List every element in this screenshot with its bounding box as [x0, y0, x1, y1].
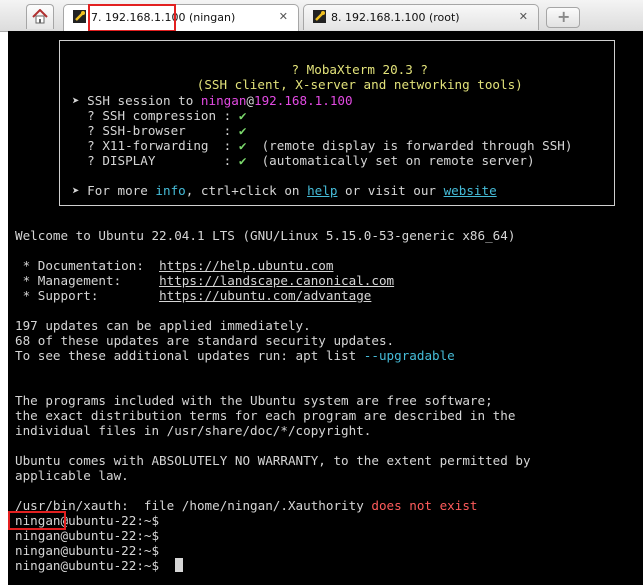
- prompt-line: ningan@ubuntu-22:~$: [15, 528, 160, 543]
- prompt-line: ningan@ubuntu-22:~$: [15, 558, 167, 573]
- ssh-session-icon: [313, 10, 326, 23]
- check-icon: ✔: [238, 123, 247, 138]
- xauth-line: /usr/bin/xauth: file /home/ningan/.Xauth…: [15, 498, 478, 513]
- license-line: the exact distribution terms for each pr…: [15, 408, 516, 423]
- info-word: info: [155, 183, 186, 198]
- new-tab-button[interactable]: +: [546, 7, 580, 28]
- welcome-line: Welcome to Ubuntu 22.04.1 LTS (GNU/Linux…: [15, 228, 516, 243]
- warranty-line: applicable law.: [15, 468, 129, 483]
- close-icon[interactable]: ✕: [279, 10, 288, 23]
- ssh-session-line: ➤ SSH session to ningan@192.168.1.100: [72, 93, 353, 108]
- doc-line: * Support: https://ubuntu.com/advantage: [15, 288, 372, 303]
- highlight-box-username: [8, 511, 66, 530]
- warranty-line: Ubuntu comes with ABSOLUTELY NO WARRANTY…: [15, 453, 531, 468]
- doc-line: * Documentation: https://help.ubuntu.com: [15, 258, 334, 273]
- session-host: 192.168.1.100: [254, 93, 353, 108]
- help-link[interactable]: help: [307, 183, 337, 198]
- welcome-banner: ? MobaXterm 20.3 ? (SSH client, X-server…: [59, 40, 615, 206]
- terminal-area[interactable]: ? MobaXterm 20.3 ? (SSH client, X-server…: [8, 31, 643, 585]
- upgradable-flag: --upgradable: [363, 348, 455, 363]
- updates-line: 68 of these updates are standard securit…: [15, 333, 395, 348]
- xauth-error: does not exist: [371, 498, 478, 513]
- check-ssh-browser: ? SSH-browser : ✔: [72, 123, 247, 138]
- management-link[interactable]: https://landscape.canonical.com: [159, 273, 394, 288]
- close-icon[interactable]: ✕: [519, 10, 528, 23]
- updates-line: To see these additional updates run: apt…: [15, 348, 455, 363]
- home-tab-button[interactable]: [26, 4, 54, 29]
- highlight-box-tab: [88, 4, 176, 32]
- plus-icon: +: [557, 7, 571, 26]
- session-user: ningan: [200, 93, 247, 108]
- banner-subtitle: (SSH client, X-server and networking too…: [196, 77, 523, 92]
- website-link[interactable]: website: [444, 183, 497, 198]
- tab-session-8[interactable]: 8. 192.168.1.100 (root) ✕: [303, 4, 539, 30]
- info-line: ➤ For more info, ctrl+click on help or v…: [72, 183, 497, 198]
- updates-line: 197 updates can be applied immediately.: [15, 318, 311, 333]
- license-line: The programs included with the Ubuntu sy…: [15, 393, 493, 408]
- documentation-link[interactable]: https://help.ubuntu.com: [159, 258, 333, 273]
- check-display: ? DISPLAY : ✔ (automatically set on remo…: [72, 153, 535, 168]
- support-link[interactable]: https://ubuntu.com/advantage: [159, 288, 371, 303]
- license-line: individual files in /usr/share/doc/*/cop…: [15, 423, 372, 438]
- terminal-cursor: [175, 558, 183, 572]
- check-icon: ✔: [238, 108, 247, 123]
- check-x11-forwarding: ? X11-forwarding : ✔ (remote display is …: [72, 138, 573, 153]
- prompt-line: ningan@ubuntu-22:~$: [15, 543, 160, 558]
- home-icon: [32, 9, 48, 24]
- ssh-session-icon: [73, 10, 86, 23]
- tab-label: 8. 192.168.1.100 (root): [331, 11, 460, 24]
- check-ssh-compression: ? SSH compression : ✔: [72, 108, 247, 123]
- doc-line: * Management: https://landscape.canonica…: [15, 273, 395, 288]
